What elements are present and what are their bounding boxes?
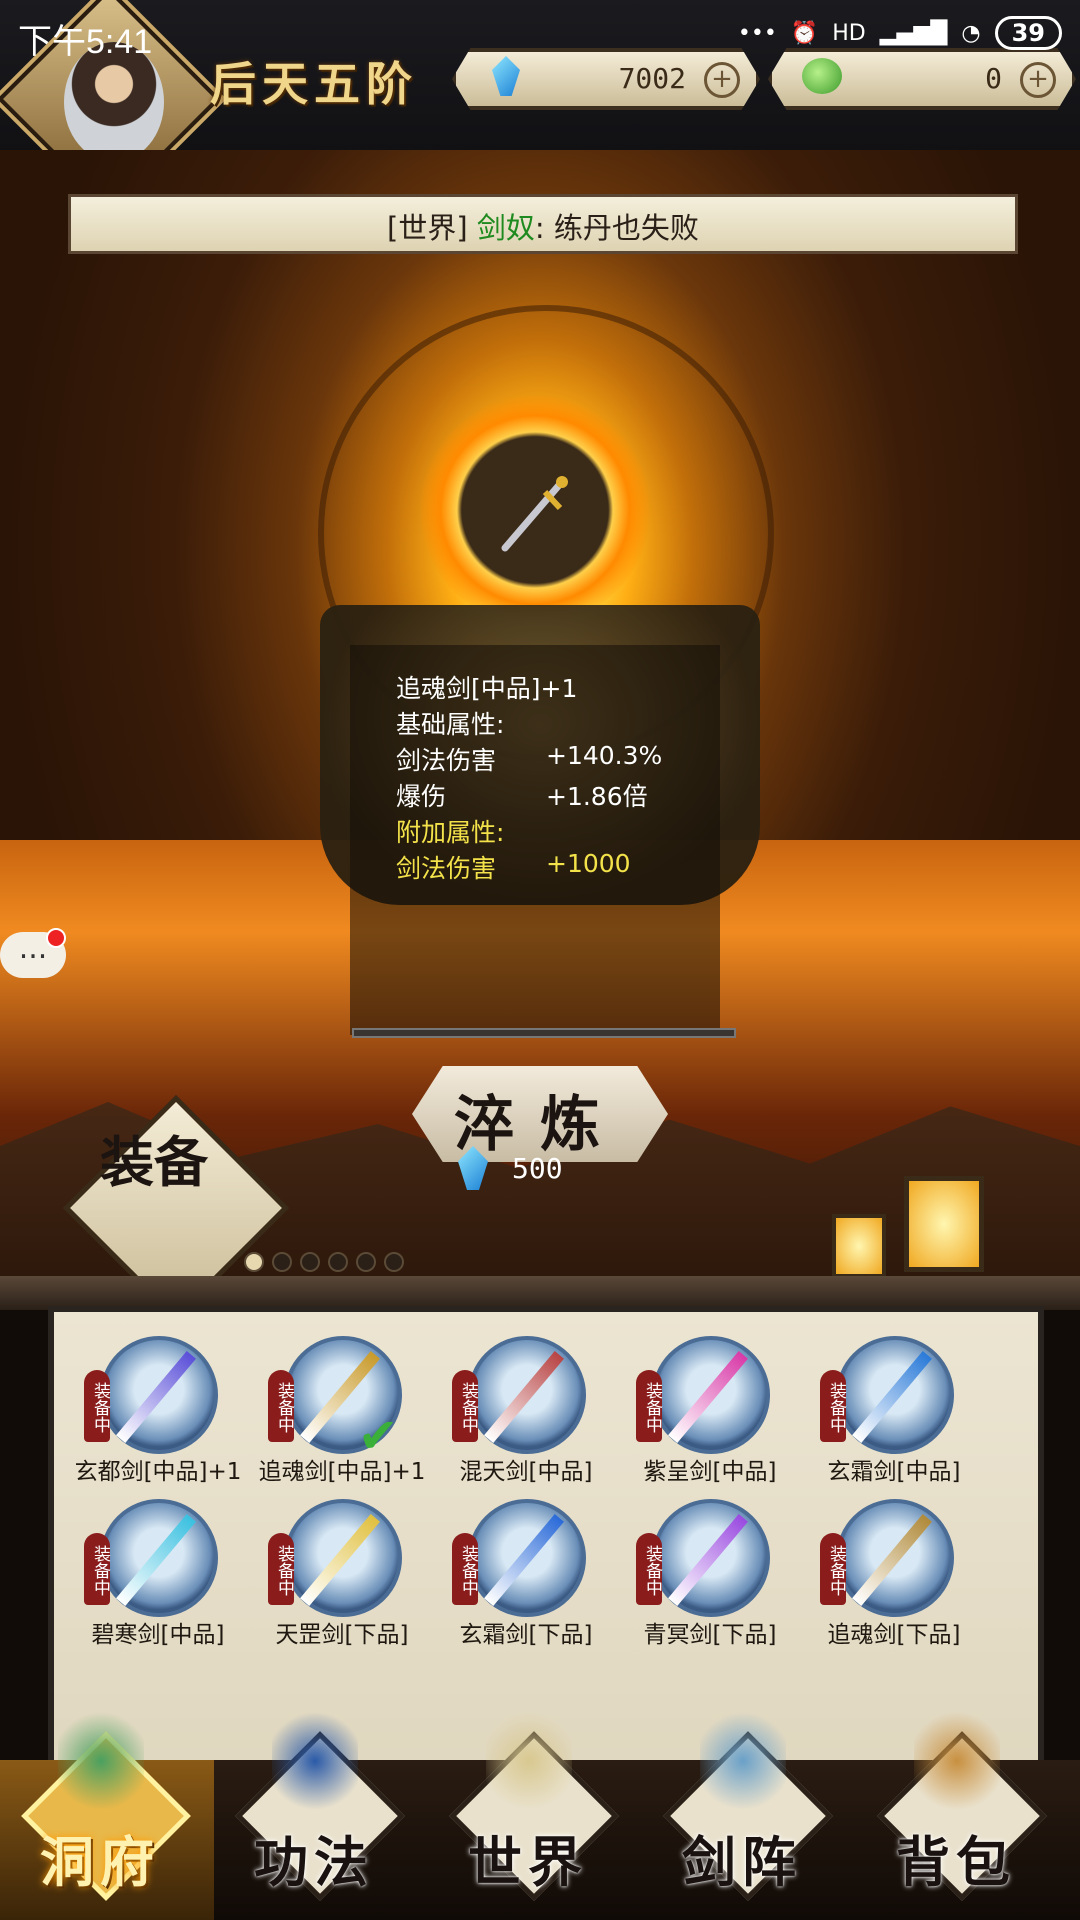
extra-attributes-label: 附加属性: — [396, 818, 505, 847]
equipment-item[interactable]: 装备中碧寒剑[中品] — [66, 1491, 250, 1651]
equipped-badge: 装备中 — [268, 1370, 294, 1442]
nav-label: 功法 — [254, 1830, 374, 1894]
equipment-name: 玄霜剑[下品] — [459, 1622, 593, 1648]
nav-backpack[interactable]: 背包 — [866, 1700, 1047, 1910]
nav-cave-dwelling[interactable]: 洞府 — [10, 1700, 191, 1910]
stat-name: 剑法伤害 — [396, 746, 497, 775]
refine-cost: 500 — [512, 1152, 563, 1185]
stat-value: +140.3% — [546, 741, 663, 770]
item-info-panel: 追魂剑[中品]+1 基础属性: 剑法伤害 +140.3% 爆伤 +1.86倍 附… — [350, 645, 720, 1035]
shelf-divider — [0, 1276, 1080, 1310]
stat-value: +1.86倍 — [546, 782, 648, 811]
cave-dwelling-icon — [58, 1706, 144, 1816]
signal-icon: ▂▄▆█ — [879, 20, 948, 46]
sword-array-icon — [700, 1706, 786, 1816]
equipment-name: 混天剑[中品] — [459, 1459, 593, 1485]
status-indicators: ••• ⏰ HD ▂▄▆█ ◔ 39 — [738, 16, 1062, 50]
checkmark-icon: ✔ — [358, 1408, 399, 1464]
equipment-item[interactable]: 装备中玄霜剑[中品] — [802, 1328, 986, 1488]
equipment-item[interactable]: 装备中 ✔ 追魂剑[中品]+1 — [250, 1328, 434, 1488]
status-time: 下午5:41 — [18, 23, 153, 61]
page-dot[interactable] — [300, 1252, 320, 1272]
world-chat-banner[interactable]: [世界] 剑奴: 练丹也失败 — [68, 194, 1018, 254]
extra-stat-row: 剑法伤害 +1000 — [396, 849, 631, 885]
nav-world-scroll[interactable]: 世界 — [438, 1700, 619, 1910]
chat-separator: : — [534, 211, 545, 245]
page-dot[interactable] — [384, 1252, 404, 1272]
refine-label: 淬炼 — [454, 1090, 626, 1160]
equipment-name: 碧寒剑[中品] — [91, 1622, 225, 1648]
jade-count: 0 — [985, 62, 1002, 95]
wifi-icon: ◔ — [961, 20, 981, 46]
chat-message: [世界] 剑奴: 练丹也失败 — [71, 205, 1015, 247]
selected-sword-icon — [501, 476, 568, 552]
item-title: 追魂剑[中品]+1 — [396, 674, 578, 703]
backpack-icon — [914, 1706, 1000, 1816]
nav-label: 背包 — [896, 1830, 1016, 1894]
page-dot[interactable] — [272, 1252, 292, 1272]
chat-sender: 剑奴 — [476, 211, 535, 245]
notification-dot — [46, 928, 66, 948]
refine-button[interactable]: 淬炼 — [412, 1066, 668, 1162]
page-dot[interactable] — [356, 1252, 376, 1272]
equipment-name: 紫呈剑[中品] — [643, 1459, 777, 1485]
stat-name: 剑法伤害 — [396, 854, 497, 883]
world-scroll-icon — [486, 1706, 572, 1816]
equipped-badge: 装备中 — [636, 1533, 662, 1605]
equipment-name: 天罡剑[下品] — [275, 1622, 409, 1648]
equipment-name: 追魂剑[下品] — [827, 1622, 961, 1648]
equip-tab-label: 装备 — [100, 1130, 208, 1194]
hd-label: HD — [832, 20, 866, 46]
lantern-icon — [832, 1214, 886, 1278]
nav-label: 剑阵 — [682, 1830, 802, 1894]
more-icon: ••• — [737, 20, 777, 46]
equipment-item[interactable]: 装备中玄霜剑[下品] — [434, 1491, 618, 1651]
base-attributes-label: 基础属性: — [396, 710, 505, 739]
lantern-icon — [904, 1176, 984, 1272]
nav-label: 洞府 — [40, 1830, 160, 1894]
chat-channel: [世界] — [387, 211, 468, 245]
equipped-badge: 装备中 — [84, 1370, 110, 1442]
battery-icon: 39 — [994, 16, 1062, 50]
equipment-name: 玄都剑[中品]+1 — [74, 1459, 242, 1485]
crystal-count: 7002 — [618, 62, 686, 95]
equipped-badge: 装备中 — [820, 1533, 846, 1605]
stat-value: +1000 — [546, 849, 631, 878]
add-crystal-button[interactable]: + — [704, 62, 740, 98]
equipped-badge: 装备中 — [452, 1533, 478, 1605]
page-indicator — [244, 1252, 404, 1272]
equipment-item[interactable]: 装备中追魂剑[下品] — [802, 1491, 986, 1651]
equipment-item[interactable]: 装备中天罡剑[下品] — [250, 1491, 434, 1651]
chat-text: 练丹也失败 — [553, 211, 699, 245]
equipment-item[interactable]: 装备中紫呈剑[中品] — [618, 1328, 802, 1488]
add-jade-button[interactable]: + — [1020, 62, 1056, 98]
jade-currency: 0 + — [768, 48, 1076, 110]
equipment-name: 青冥剑[下品] — [643, 1622, 777, 1648]
equipment-name: 追魂剑[中品]+1 — [258, 1459, 426, 1485]
equipment-item[interactable]: 装备中青冥剑[下品] — [618, 1491, 802, 1651]
equipped-badge: 装备中 — [820, 1370, 846, 1442]
nav-sword-array[interactable]: 剑阵 — [652, 1700, 833, 1910]
base-stat-row: 爆伤 +1.86倍 — [396, 777, 648, 813]
nav-label: 世界 — [468, 1830, 588, 1894]
page-dot[interactable] — [328, 1252, 348, 1272]
equipped-badge: 装备中 — [84, 1533, 110, 1605]
equipment-name: 玄霜剑[中品] — [827, 1459, 961, 1485]
equipment-item[interactable]: 装备中玄都剑[中品]+1 — [66, 1328, 250, 1488]
cultivation-realm: 后天五阶 — [210, 57, 418, 111]
equipped-badge: 装备中 — [452, 1370, 478, 1442]
page-dot[interactable] — [244, 1252, 264, 1272]
panel-divider — [352, 1028, 736, 1038]
stat-name: 爆伤 — [396, 782, 447, 811]
nav-technique-book[interactable]: 功法 — [224, 1700, 405, 1910]
equipped-badge: 装备中 — [636, 1370, 662, 1442]
crystal-currency: 7002 + — [452, 48, 760, 110]
technique-book-icon — [272, 1706, 358, 1816]
alarm-icon: ⏰ — [790, 20, 819, 46]
equipped-badge: 装备中 — [268, 1533, 294, 1605]
equipment-item[interactable]: 装备中混天剑[中品] — [434, 1328, 618, 1488]
jade-icon — [802, 58, 842, 94]
base-stat-row: 剑法伤害 +140.3% — [396, 741, 662, 777]
crystal-icon — [492, 56, 520, 96]
